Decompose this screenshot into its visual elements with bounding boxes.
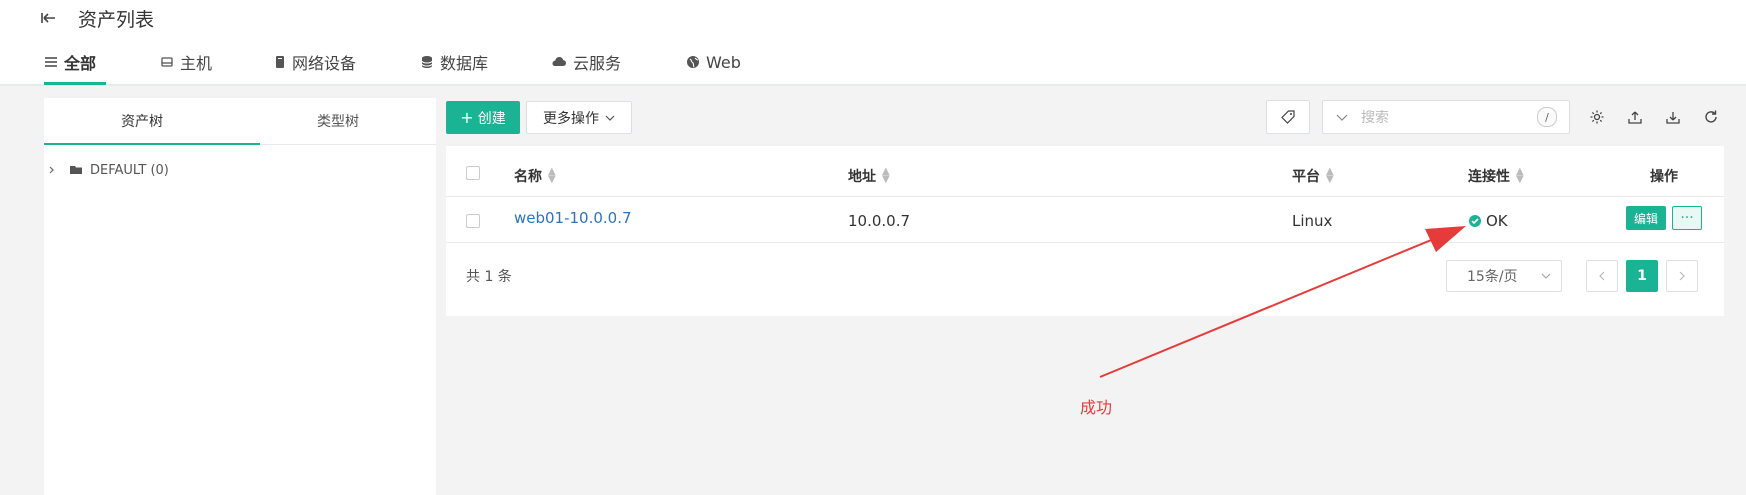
annotation-arrow	[1099, 226, 1466, 378]
annotation-label: 成功	[1080, 398, 1113, 417]
